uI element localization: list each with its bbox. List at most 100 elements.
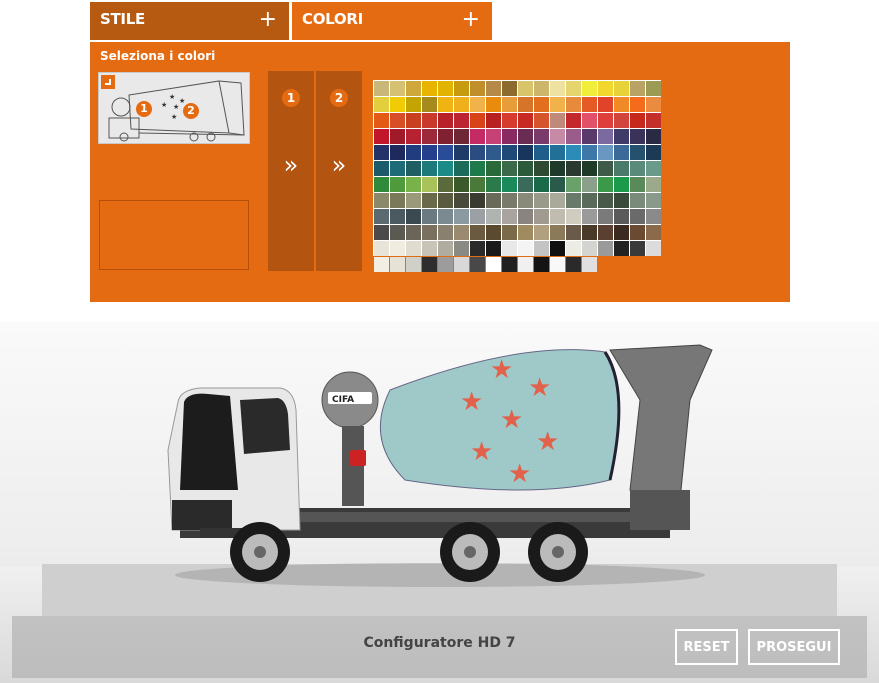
color-swatch[interactable] (630, 129, 645, 144)
color-swatch[interactable] (470, 225, 485, 240)
color-swatch[interactable] (534, 225, 549, 240)
color-swatch[interactable] (550, 161, 565, 176)
color-swatch[interactable] (422, 113, 437, 128)
color-swatch[interactable] (582, 177, 597, 192)
tab-colori[interactable]: COLORI + (292, 2, 492, 40)
color-swatch[interactable] (566, 113, 581, 128)
color-swatch[interactable] (454, 193, 469, 208)
color-swatch[interactable] (390, 145, 405, 160)
color-swatch[interactable] (454, 241, 469, 256)
color-swatch[interactable] (374, 193, 389, 208)
color-swatch[interactable] (470, 81, 485, 96)
color-swatch[interactable] (454, 145, 469, 160)
color-swatch[interactable] (422, 97, 437, 112)
color-swatch[interactable] (438, 177, 453, 192)
color-swatch[interactable] (598, 177, 613, 192)
color-swatch[interactable] (518, 225, 533, 240)
color-swatch[interactable] (502, 113, 517, 128)
color-swatch[interactable] (422, 177, 437, 192)
color-swatch[interactable] (518, 113, 533, 128)
color-swatch[interactable] (470, 209, 485, 224)
color-swatch[interactable] (406, 209, 421, 224)
color-swatch[interactable] (614, 81, 629, 96)
color-swatch[interactable] (406, 225, 421, 240)
color-swatch[interactable] (550, 241, 565, 256)
color-swatch[interactable] (550, 225, 565, 240)
color-swatch[interactable] (374, 225, 389, 240)
color-swatch[interactable] (566, 209, 581, 224)
color-swatch[interactable] (374, 97, 389, 112)
color-swatch[interactable] (422, 225, 437, 240)
color-swatch[interactable] (646, 225, 661, 240)
color-swatch[interactable] (630, 193, 645, 208)
color-swatch[interactable] (534, 177, 549, 192)
color-swatch[interactable] (598, 209, 613, 224)
color-swatch[interactable] (598, 129, 613, 144)
color-swatch[interactable] (598, 113, 613, 128)
reset-button[interactable]: RESET (675, 629, 738, 665)
color-swatch[interactable] (598, 97, 613, 112)
color-swatch[interactable] (454, 225, 469, 240)
next-button[interactable]: PROSEGUI (748, 629, 840, 665)
color-swatch[interactable] (438, 209, 453, 224)
color-swatch[interactable] (614, 209, 629, 224)
color-swatch[interactable] (598, 241, 613, 256)
color-swatch[interactable] (534, 241, 549, 256)
color-swatch[interactable] (486, 225, 501, 240)
color-swatch[interactable] (534, 209, 549, 224)
color-swatch[interactable] (630, 209, 645, 224)
color-slot-1[interactable]: 1 » (268, 71, 314, 271)
color-swatch[interactable] (646, 209, 661, 224)
color-swatch[interactable] (534, 81, 549, 96)
color-swatch[interactable] (566, 145, 581, 160)
color-swatch[interactable] (630, 177, 645, 192)
color-swatch[interactable] (550, 193, 565, 208)
color-swatch[interactable] (582, 129, 597, 144)
color-swatch[interactable] (470, 145, 485, 160)
color-swatch[interactable] (470, 193, 485, 208)
color-swatch[interactable] (438, 225, 453, 240)
color-swatch[interactable] (502, 145, 517, 160)
color-swatch[interactable] (406, 81, 421, 96)
color-swatch[interactable] (470, 113, 485, 128)
color-swatch[interactable] (438, 193, 453, 208)
color-swatch[interactable] (454, 161, 469, 176)
color-swatch[interactable] (502, 241, 517, 256)
color-swatch[interactable] (598, 81, 613, 96)
color-swatch[interactable] (566, 97, 581, 112)
color-swatch[interactable] (518, 193, 533, 208)
color-swatch[interactable] (438, 241, 453, 256)
color-swatch[interactable] (630, 225, 645, 240)
color-swatch[interactable] (438, 257, 453, 272)
color-swatch[interactable] (438, 145, 453, 160)
color-swatch[interactable] (518, 209, 533, 224)
color-swatch[interactable] (470, 241, 485, 256)
color-swatch[interactable] (566, 193, 581, 208)
color-swatch[interactable] (534, 193, 549, 208)
color-swatch[interactable] (470, 97, 485, 112)
color-swatch[interactable] (582, 145, 597, 160)
color-swatch[interactable] (486, 161, 501, 176)
color-swatch[interactable] (406, 177, 421, 192)
color-swatch[interactable] (518, 129, 533, 144)
color-swatch[interactable] (614, 145, 629, 160)
color-swatch[interactable] (486, 129, 501, 144)
color-swatch[interactable] (374, 113, 389, 128)
color-swatch[interactable] (630, 241, 645, 256)
color-swatch[interactable] (486, 257, 501, 272)
color-swatch[interactable] (582, 241, 597, 256)
color-swatch[interactable] (390, 193, 405, 208)
color-swatch[interactable] (630, 161, 645, 176)
color-swatch[interactable] (374, 81, 389, 96)
color-swatch[interactable] (630, 145, 645, 160)
color-swatch[interactable] (422, 193, 437, 208)
color-swatch[interactable] (630, 81, 645, 96)
color-swatch[interactable] (374, 129, 389, 144)
color-swatch[interactable] (534, 161, 549, 176)
color-swatch[interactable] (390, 161, 405, 176)
color-swatch[interactable] (646, 81, 661, 96)
color-swatch[interactable] (550, 113, 565, 128)
color-swatch[interactable] (374, 209, 389, 224)
color-swatch[interactable] (406, 113, 421, 128)
color-swatch[interactable] (470, 129, 485, 144)
